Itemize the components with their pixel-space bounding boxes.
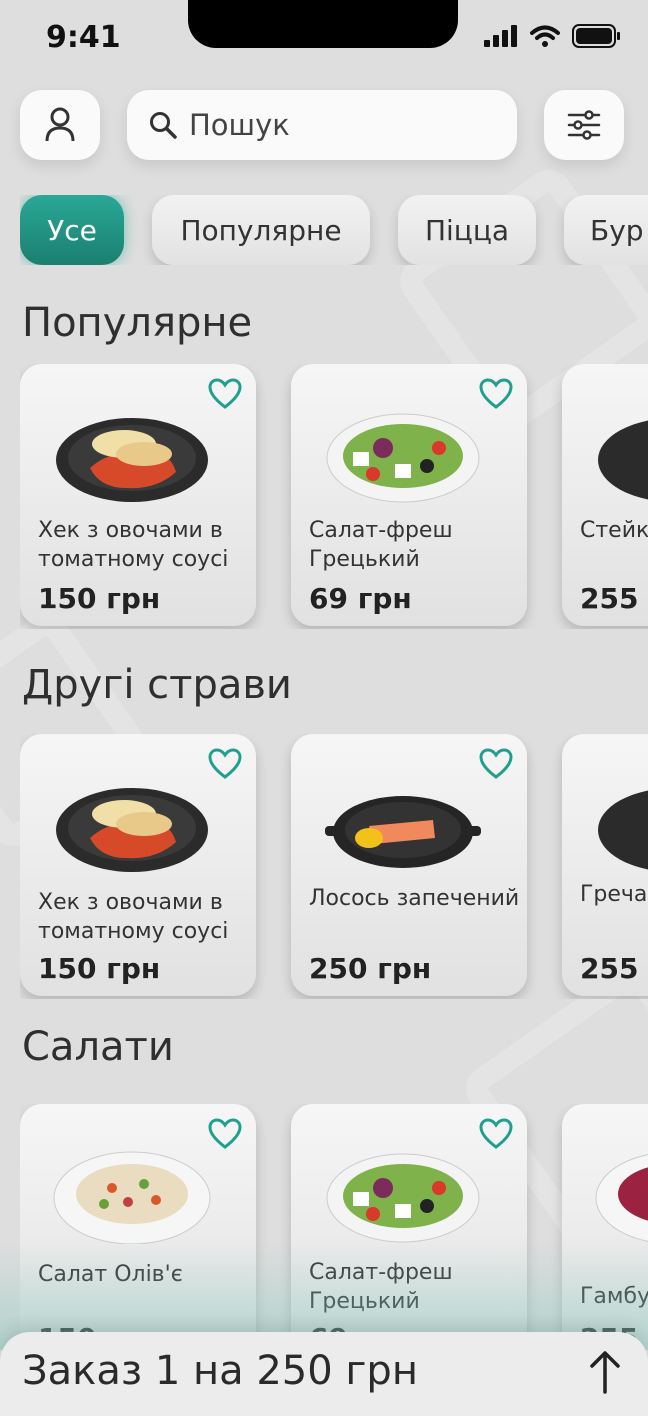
chip-all[interactable]: Усе (20, 195, 124, 265)
wifi-icon (530, 25, 560, 47)
dish-card[interactable]: Хек з овочами в томатному соусі 150 грн (20, 364, 256, 626)
dish-card[interactable]: Стейк грил 255 (562, 364, 648, 626)
dish-image (598, 420, 648, 500)
order-bar[interactable]: Заказ 1 на 250 грн (0, 1332, 648, 1416)
category-chips: Усе Популярне Піцца Бур (20, 195, 648, 265)
dish-image (325, 796, 481, 868)
dish-card[interactable]: Греча грибн 255 (562, 734, 648, 996)
dish-image (326, 413, 480, 503)
dish-name: Салат-фреш Грецький (309, 1260, 453, 1314)
chip-burgers[interactable]: Бур (564, 195, 648, 265)
filter-button[interactable] (544, 90, 624, 160)
dish-image (56, 418, 208, 502)
arrow-up-icon[interactable] (588, 1350, 622, 1394)
dish-card[interactable]: Салат-фреш Грецький 69 грн (291, 364, 527, 626)
heart-icon[interactable] (208, 1118, 242, 1150)
profile-button[interactable] (20, 90, 100, 160)
dish-price: 255 (580, 582, 639, 615)
card-row-main-dishes: Хек з овочами в томатному соусі 150 грн … (20, 734, 648, 999)
dish-price: 69 грн (309, 582, 412, 615)
status-bar: 9:41 (0, 0, 648, 80)
search-field[interactable] (127, 90, 517, 160)
section-title-popular: Популярне (22, 300, 253, 346)
dish-card[interactable]: Гамбу 255 (562, 1104, 648, 1366)
dish-price: 150 грн (38, 952, 161, 985)
dish-name: Хек з овочами в томатному соусі (38, 518, 229, 572)
dish-card[interactable]: Салат Олів'є 150 грн (20, 1104, 256, 1366)
status-time: 9:41 (46, 20, 121, 55)
section-title-salads: Салати (22, 1024, 174, 1070)
section-title-main-dishes: Другі страви (22, 662, 292, 708)
card-row-salads: Салат Олів'є 150 грн Салат-фреш Грецький… (20, 1104, 648, 1369)
search-icon (150, 112, 177, 139)
signal-icon (484, 25, 517, 47)
notch (188, 0, 458, 48)
order-summary: Заказ 1 на 250 грн (22, 1348, 418, 1394)
dish-price: 150 грн (38, 582, 161, 615)
heart-icon[interactable] (479, 748, 513, 780)
dish-image (595, 1154, 648, 1242)
dish-name: Хек з овочами в томатному соусі (38, 890, 229, 944)
chip-pizza[interactable]: Піцца (398, 195, 536, 265)
battery-icon (572, 24, 620, 48)
heart-icon[interactable] (208, 378, 242, 410)
card-row-popular: Хек з овочами в томатному соусі 150 грн … (20, 364, 648, 629)
dish-price: 255 (580, 952, 639, 985)
dish-image (53, 1151, 211, 1244)
dish-name: Греча грибн (580, 882, 648, 907)
dish-card[interactable]: Лосось запечений 250 грн (291, 734, 527, 996)
dish-name: Лосось запечений (309, 886, 520, 911)
dish-image (56, 788, 208, 872)
heart-icon[interactable] (479, 378, 513, 410)
dish-image (326, 1153, 480, 1243)
chip-popular[interactable]: Популярне (152, 195, 370, 265)
dish-name: Гамбу (580, 1284, 648, 1309)
filter-sliders-icon (567, 110, 601, 140)
user-icon (45, 107, 75, 142)
dish-name: Салат Олів'є (38, 1262, 183, 1287)
dish-image (598, 790, 648, 870)
heart-icon[interactable] (208, 748, 242, 780)
search-input[interactable] (189, 108, 479, 142)
dish-card[interactable]: Салат-фреш Грецький 69 грн (291, 1104, 527, 1366)
dish-card[interactable]: Хек з овочами в томатному соусі 150 грн (20, 734, 256, 996)
heart-icon[interactable] (479, 1118, 513, 1150)
dish-name: Стейк грил (580, 518, 648, 543)
dish-name: Салат-фреш Грецький (309, 518, 453, 572)
dish-price: 250 грн (309, 952, 432, 985)
